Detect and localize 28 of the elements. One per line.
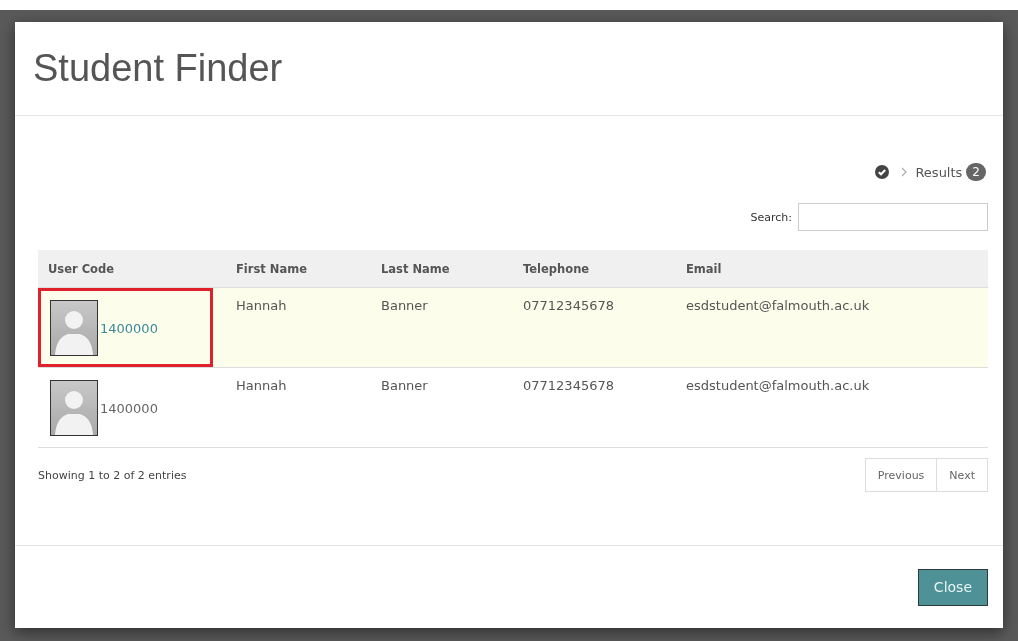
pagination-button[interactable]: Previous <box>864 458 938 492</box>
column-header[interactable]: First Name <box>226 250 371 288</box>
avatar-icon <box>50 380 98 436</box>
column-header[interactable]: User Code <box>38 250 226 288</box>
breadcrumb-item: Results <box>915 164 963 180</box>
table-cell: Banner <box>371 367 513 448</box>
table-cell: Banner <box>371 287 513 368</box>
user-code-link[interactable]: 1400000 <box>100 401 158 416</box>
column-header[interactable]: Telephone <box>513 250 676 288</box>
table-cell: Hannah <box>226 287 371 368</box>
table-cell: 07712345678 <box>513 367 676 448</box>
dialog-title: Student Finder <box>33 47 283 90</box>
entries-info: Showing 1 to 2 of 2 entries <box>38 468 187 482</box>
table-cell: esdstudent@falmouth.ac.uk <box>676 287 988 368</box>
search-label: Search: <box>750 210 792 224</box>
table-cell: Hannah <box>226 367 371 448</box>
close-button[interactable]: Close <box>917 568 988 606</box>
check-circle-icon <box>875 165 890 179</box>
column-header[interactable]: Email <box>676 250 988 288</box>
count-badge: 2 <box>966 163 986 181</box>
search-field[interactable] <box>798 203 988 231</box>
table-cell: 07712345678 <box>513 287 676 368</box>
column-header[interactable]: Last Name <box>371 250 513 288</box>
chevron-icon <box>901 167 908 177</box>
pagination-button[interactable]: Next <box>937 458 988 492</box>
avatar-icon <box>50 300 98 356</box>
user-code-link[interactable]: 1400000 <box>100 321 158 336</box>
table-cell: esdstudent@falmouth.ac.uk <box>676 367 988 448</box>
